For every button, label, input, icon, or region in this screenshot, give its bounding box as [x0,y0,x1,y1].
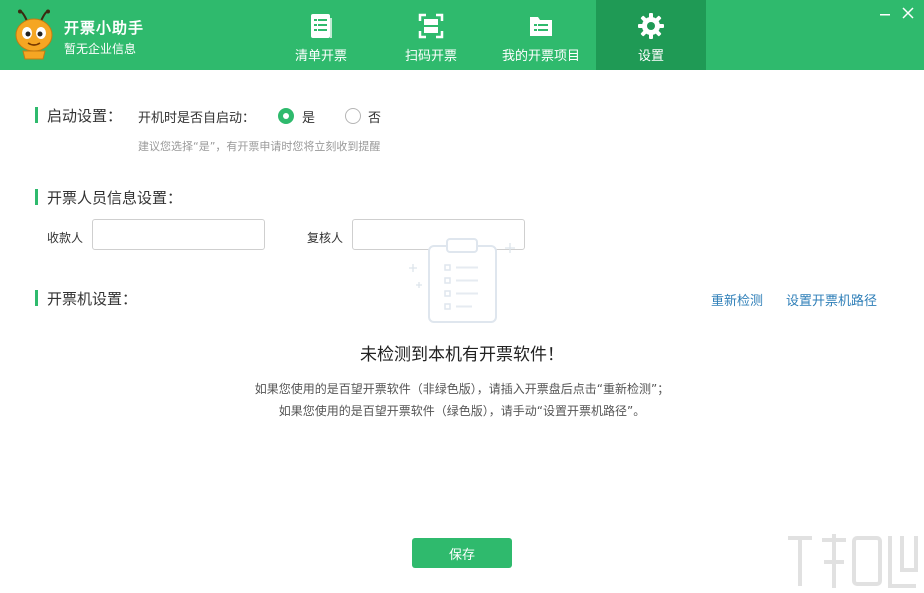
startup-section-title: 启动设置： [47,105,122,126]
settings-window: 开票小助手 暂无企业信息 清单开票 扫码开票 [0,0,924,593]
autostart-question: 开机时是否自启动： [138,107,255,126]
gear-icon [637,12,665,40]
autostart-yes-label[interactable]: 是 [302,107,315,126]
instruction-green: 如果您使用的是百望开票软件（绿色版），请手动“设置开票机路径”。 [0,402,924,419]
tab-label: 设置 [638,45,664,64]
autostart-no-radio[interactable] [345,108,361,124]
autostart-no-label[interactable]: 否 [368,107,381,126]
autostart-hint: 建议您选择“是”，有开票申请时您将立刻收到提醒 [138,138,380,154]
close-icon[interactable] [899,4,917,22]
instruction-non-green: 如果您使用的是百望开票软件（非绿色版），请插入开票盘后点击“重新检测”； [0,380,924,397]
tab-label: 清单开票 [295,45,347,64]
tab-label: 扫码开票 [405,45,457,64]
folder-list-icon [527,12,555,40]
redetect-link[interactable]: 重新检测 [711,290,763,309]
list-document-icon [307,12,335,40]
header-bar: 开票小助手 暂无企业信息 清单开票 扫码开票 [0,0,924,70]
section-marker [35,290,38,306]
company-info: 暂无企业信息 [64,40,136,57]
section-marker [35,189,38,205]
minimize-icon[interactable] [876,4,894,22]
tab-settings[interactable]: 设置 [596,0,706,70]
payee-label: 收款人 [47,229,83,246]
tab-label: 我的开票项目 [502,45,580,64]
ant-mascot-logo [13,9,57,61]
section-marker [35,107,38,123]
staff-section-title: 开票人员信息设置： [47,187,182,208]
reviewer-label: 复核人 [307,229,343,246]
tab-scan-invoice[interactable]: 扫码开票 [385,0,477,70]
set-machine-path-link[interactable]: 设置开票机路径 [786,290,877,309]
no-software-message: 未检测到本机有开票软件！ [0,340,924,365]
tab-my-invoice-items[interactable]: 我的开票项目 [486,0,596,70]
app-title: 开票小助手 [64,17,144,38]
empty-clipboard-icon [405,235,520,327]
save-button[interactable]: 保存 [412,538,512,568]
scan-icon [417,12,445,40]
watermark-logo [782,530,922,592]
tab-list-invoice[interactable]: 清单开票 [275,0,367,70]
machine-section-title: 开票机设置： [47,288,137,309]
payee-input[interactable] [92,219,265,250]
autostart-yes-radio[interactable] [278,108,294,124]
